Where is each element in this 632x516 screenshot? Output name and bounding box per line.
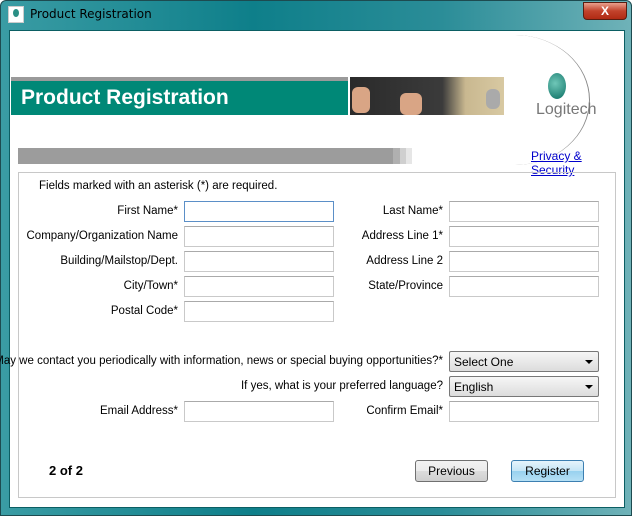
email-input[interactable] xyxy=(184,401,334,422)
confirm-email-input[interactable] xyxy=(449,401,599,422)
last-name-input[interactable] xyxy=(449,201,599,222)
first-name-input[interactable] xyxy=(184,201,334,222)
language-select[interactable]: English xyxy=(449,376,599,397)
email-label: Email Address* xyxy=(100,405,178,417)
client-area: Product Registration Logitech Privacy & … xyxy=(0,30,625,508)
contact-select[interactable]: Select One xyxy=(449,351,599,372)
first-name-label: First Name* xyxy=(117,205,178,217)
confirm-email-label: Confirm Email* xyxy=(366,405,443,417)
page-indicator: 2 of 2 xyxy=(49,463,83,478)
address-line-1-label: Address Line 1* xyxy=(361,230,443,242)
progress-bar xyxy=(18,148,412,164)
building-input[interactable] xyxy=(184,251,334,272)
close-button[interactable]: X xyxy=(583,2,627,20)
state-label: State/Province xyxy=(368,280,443,292)
state-input[interactable] xyxy=(449,276,599,297)
window: Product Registration X Product Registrat… xyxy=(0,0,632,516)
language-selected-value: English xyxy=(454,380,494,394)
city-label: City/Town* xyxy=(123,280,178,292)
company-label: Company/Organization Name xyxy=(26,230,179,242)
city-input[interactable] xyxy=(184,276,334,297)
window-title: Product Registration xyxy=(30,7,152,21)
language-question-label: If yes, what is your preferred language? xyxy=(240,380,443,392)
logitech-app-icon xyxy=(8,6,24,23)
contact-selected-value: Select One xyxy=(454,355,514,369)
dropdown-arrow-icon xyxy=(585,360,593,364)
required-note: Fields marked with an asterisk (*) are r… xyxy=(39,180,278,192)
banner-title: Product Registration xyxy=(11,81,348,115)
address-line-2-label: Address Line 2 xyxy=(366,255,443,267)
contact-question-label: May we contact you periodically with inf… xyxy=(0,355,443,367)
register-button[interactable]: Register xyxy=(511,460,584,482)
dropdown-arrow-icon xyxy=(585,385,593,389)
postal-code-label: Postal Code* xyxy=(110,305,178,317)
last-name-label: Last Name* xyxy=(382,205,443,217)
building-label: Building/Mailstop/Dept. xyxy=(60,255,178,267)
previous-button[interactable]: Previous xyxy=(415,460,488,482)
address-line-1-input[interactable] xyxy=(449,226,599,247)
postal-code-input[interactable] xyxy=(184,301,334,322)
address-line-2-input[interactable] xyxy=(449,251,599,272)
logitech-logo: Logitech xyxy=(530,69,600,129)
company-input[interactable] xyxy=(184,226,334,247)
